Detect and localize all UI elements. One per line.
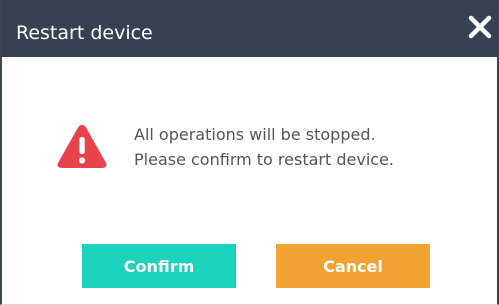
- dialog-titlebar: Restart device: [2, 0, 497, 57]
- confirm-button[interactable]: Confirm: [82, 244, 236, 288]
- dialog-message: All operations will be stopped. Please c…: [134, 122, 474, 172]
- warning-triangle-icon: [56, 122, 108, 170]
- dialog-title: Restart device: [16, 22, 153, 44]
- close-button[interactable]: [465, 12, 495, 42]
- close-icon: [468, 15, 492, 39]
- message-line-2: Please confirm to restart device.: [134, 150, 394, 169]
- message-line-1: All operations will be stopped.: [134, 125, 376, 144]
- cancel-button[interactable]: Cancel: [276, 244, 430, 288]
- restart-dialog: Restart device All operations will be st…: [0, 0, 499, 305]
